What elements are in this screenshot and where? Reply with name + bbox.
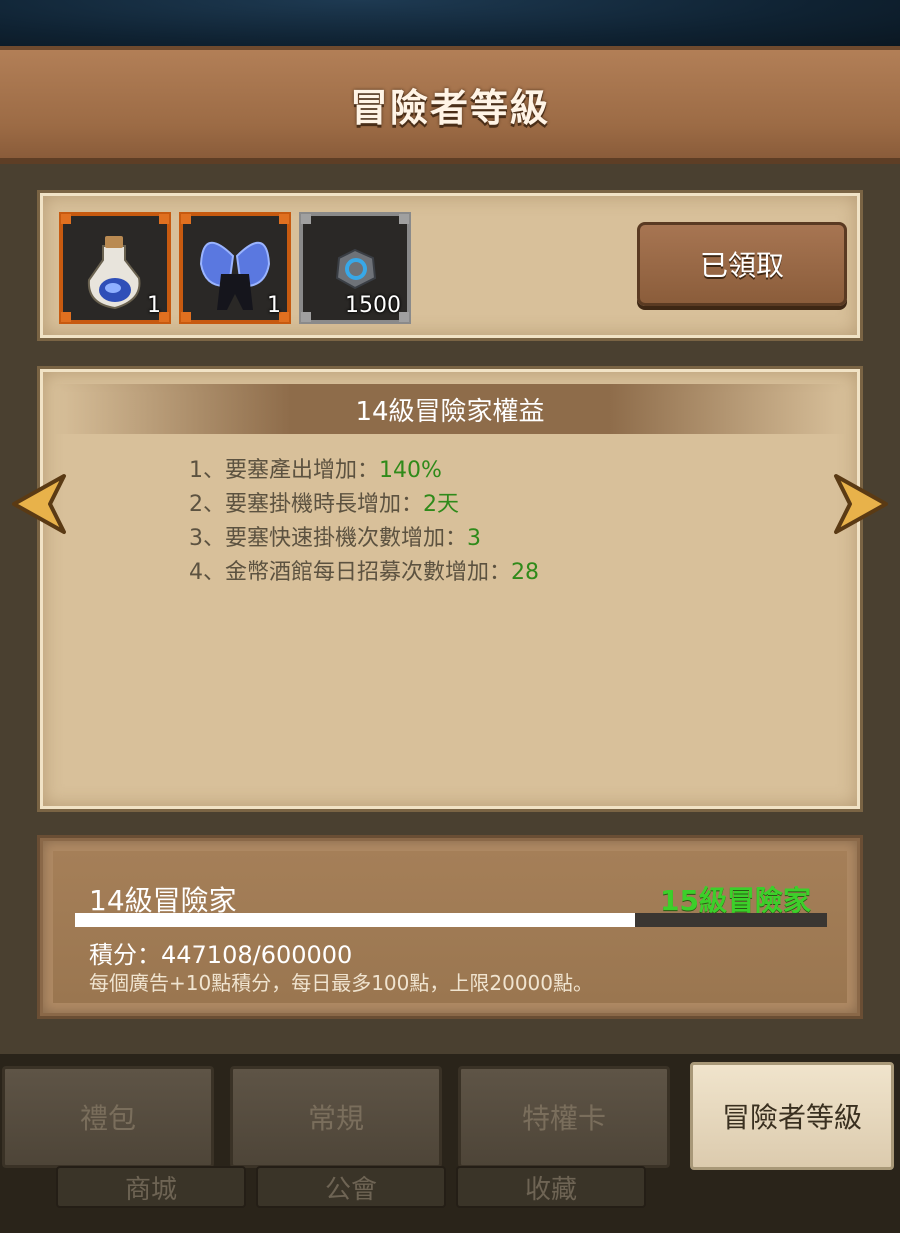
subtab-collection[interactable]: 收藏 <box>456 1166 646 1208</box>
benefit-row: 2、要塞掛機時長增加：2天 <box>189 492 459 517</box>
bottom-tab-bar: 禮包 常規 特權卡 冒險者等級 商城 公會 收藏 <box>0 1054 900 1233</box>
top-background <box>0 0 900 50</box>
reward-count: 1 <box>147 293 161 318</box>
reward-item-3[interactable]: 1500 <box>299 212 411 324</box>
score-note: 每個廣告+10點積分，每日最多100點，上限20000點。 <box>89 971 594 995</box>
benefit-row: 4、金幣酒館每日招募次數增加：28 <box>189 560 539 585</box>
progress-bar <box>75 913 827 927</box>
reward-count: 1 <box>267 293 281 318</box>
benefits-panel: 14級冒險家權益 1、要塞產出增加：140% 2、要塞掛機時長增加：2天 3、要… <box>40 369 860 809</box>
tab-gift-pack[interactable]: 禮包 <box>2 1066 214 1168</box>
tab-adventurer-level[interactable]: 冒險者等級 <box>690 1062 894 1170</box>
reward-count: 1500 <box>345 293 401 318</box>
reward-item-1[interactable]: 1 <box>59 212 171 324</box>
title-bar: 冒險者等級 <box>0 46 900 164</box>
tab-privilege-card[interactable]: 特權卡 <box>458 1066 670 1168</box>
benefits-list: 1、要塞產出增加：140% 2、要塞掛機時長增加：2天 3、要塞快速掛機次數增加… <box>189 454 539 590</box>
tab-regular[interactable]: 常規 <box>230 1066 442 1168</box>
reward-item-2[interactable]: 1 <box>179 212 291 324</box>
benefit-row: 1、要塞產出增加：140% <box>189 458 442 483</box>
next-level-arrow-icon[interactable] <box>832 472 894 536</box>
page-title: 冒險者等級 <box>349 85 550 130</box>
score-text: 積分：447108/600000 <box>89 941 353 969</box>
benefit-row: 3、要塞快速掛機次數增加：3 <box>189 526 481 551</box>
progress-panel: 14級冒險家 15級冒險家 積分：447108/600000 每個廣告+10點積… <box>40 838 860 1016</box>
benefits-title: 14級冒險家權益 <box>53 384 847 434</box>
subtab-guild[interactable]: 公會 <box>256 1166 446 1208</box>
reward-panel: 1 1 1500 已領取 <box>40 193 860 338</box>
progress-bar-fill <box>75 913 636 927</box>
subtab-shop[interactable]: 商城 <box>56 1166 246 1208</box>
previous-level-arrow-icon[interactable] <box>6 472 68 536</box>
claimed-button[interactable]: 已領取 <box>637 222 847 306</box>
